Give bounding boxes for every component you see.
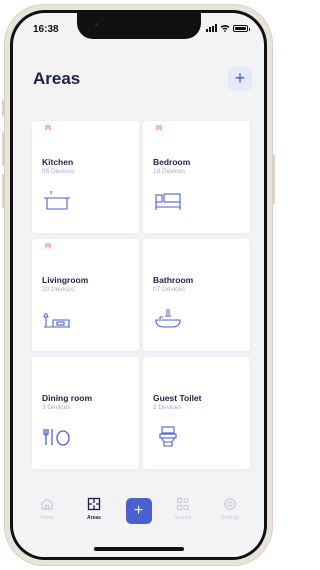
tab-label: Areas [87,515,101,521]
area-name: Dining room [42,393,93,403]
area-name: Kitchen [42,157,74,167]
add-button[interactable]: + [125,498,152,524]
tab-label: Scenes [174,515,192,521]
bed-icon [155,193,181,210]
tab-bar: Home Areas + Scenes Settings [13,485,264,557]
page-title: Areas [33,69,81,88]
tab-home[interactable]: Home [27,497,67,521]
area-card-bathroom[interactable]: Bathroom 07 Devices [143,239,250,351]
area-card-kitchen[interactable]: Kitchen 05 Devices [32,121,139,233]
area-device-count: 10 Devices [42,286,75,293]
area-card-bedroom[interactable]: Bedroom 10 Devices [143,121,250,233]
wifi-icon [220,24,230,32]
bezel: 16:38 Areas + Kitchen 05 Devices Bedroom… [10,10,267,560]
pot-icon [44,191,70,210]
tab-label: Home [40,515,54,521]
status-icons [206,24,250,32]
area-device-count: 10 Devices [153,168,186,175]
tab-settings[interactable]: Settings [210,497,250,521]
bathtub-icon [155,309,181,328]
area-card-dining-room[interactable]: Dining room 3 Devices [32,357,139,469]
floorplan-icon [87,497,101,511]
area-name: Livingroom [42,275,89,285]
home-indicator [93,547,184,551]
screen: 16:38 Areas + Kitchen 05 Devices Bedroom… [13,13,264,557]
signal-icon [206,24,217,32]
area-card-livingroom[interactable]: Livingroom 10 Devices [32,239,139,351]
area-device-count: 07 Devices [153,286,186,293]
status-time: 16:38 [33,24,59,35]
tab-label: Settings [220,515,240,521]
area-name: Guest Toilet [153,393,202,403]
header: Areas + [13,65,264,95]
area-name: Bedroom [153,157,191,167]
tab-scenes[interactable]: Scenes [163,497,203,521]
area-name: Bathroom [153,275,194,285]
pin-icon [156,125,162,131]
add-area-button[interactable]: + [228,67,252,91]
pin-icon [45,243,51,249]
power-button [273,154,275,204]
area-device-count: 3 Devices [42,404,71,411]
area-device-count: 05 Devices [42,168,75,175]
mute-switch [2,99,4,117]
battery-icon [233,24,250,32]
tab-areas[interactable]: Areas [74,497,114,521]
scenes-icon [176,497,189,511]
notch [76,13,201,39]
area-card-guest-toilet[interactable]: Guest Toilet 2 Devices [143,357,250,469]
gear-icon [224,498,236,510]
volume-down-button [2,174,4,208]
pin-icon [45,125,51,131]
cutlery-plate-icon [43,429,70,446]
home-icon [41,498,53,510]
volume-up-button [2,132,4,166]
phone-frame: 16:38 Areas + Kitchen 05 Devices Bedroom… [2,4,275,566]
toilet-icon [159,426,177,447]
sofa-lamp-icon [43,312,70,328]
area-device-count: 2 Devices [153,404,182,411]
